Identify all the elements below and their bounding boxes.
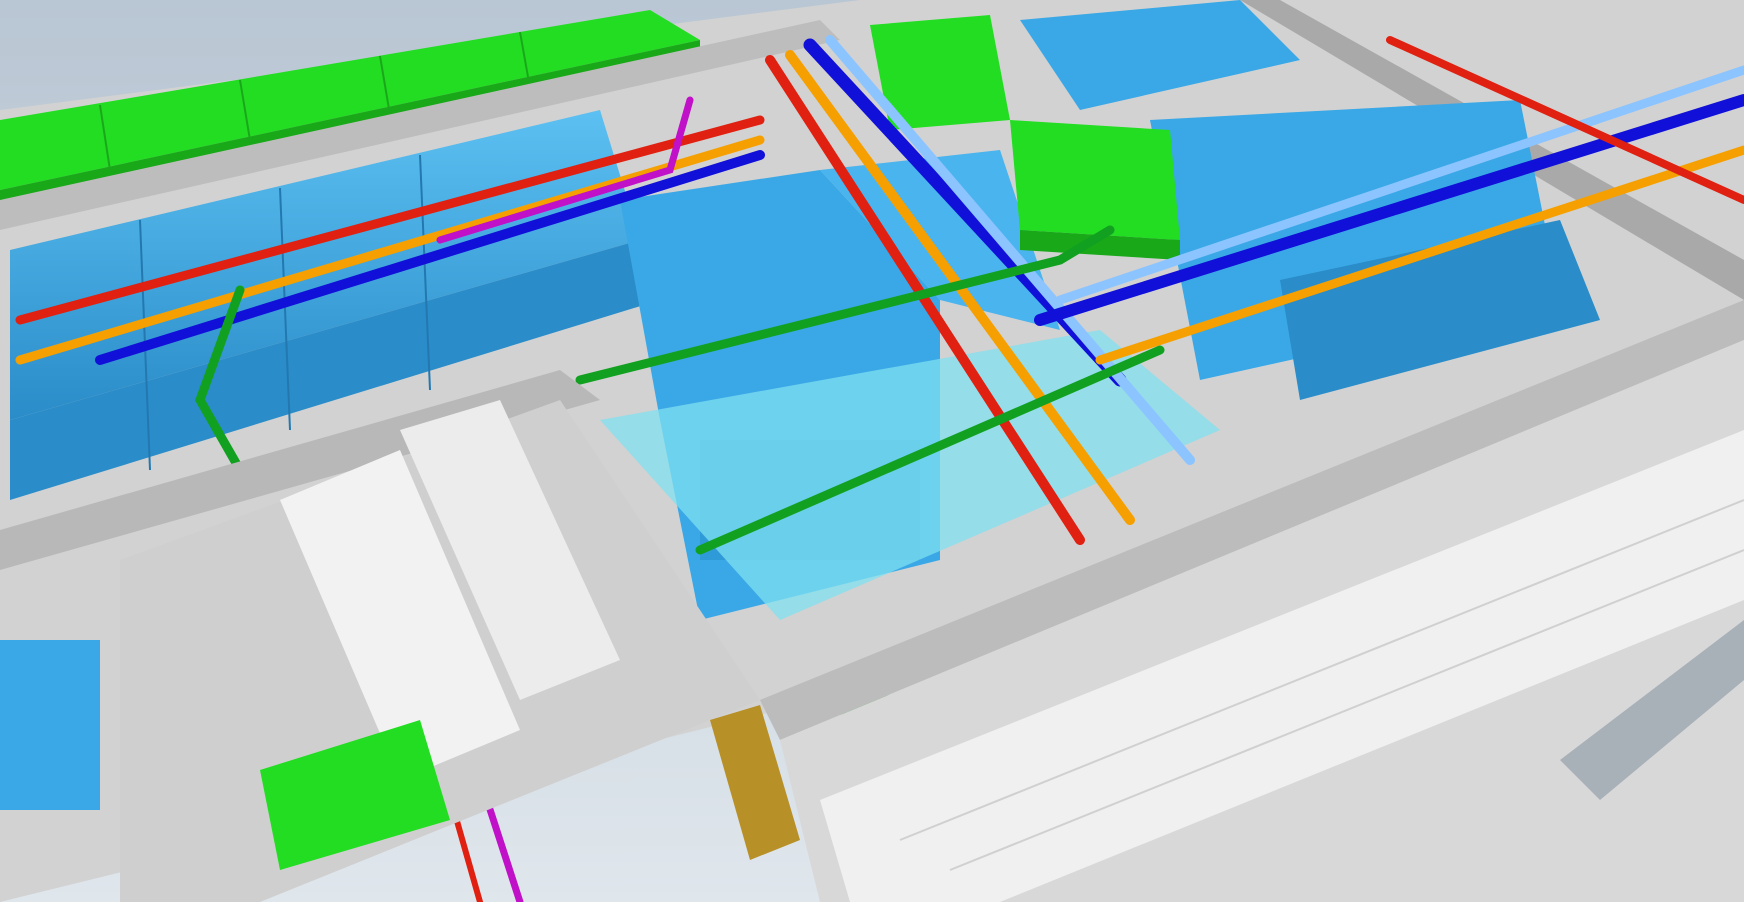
bim-mep-model-render (0, 0, 1744, 902)
blue-duct-lower-left (0, 640, 100, 810)
